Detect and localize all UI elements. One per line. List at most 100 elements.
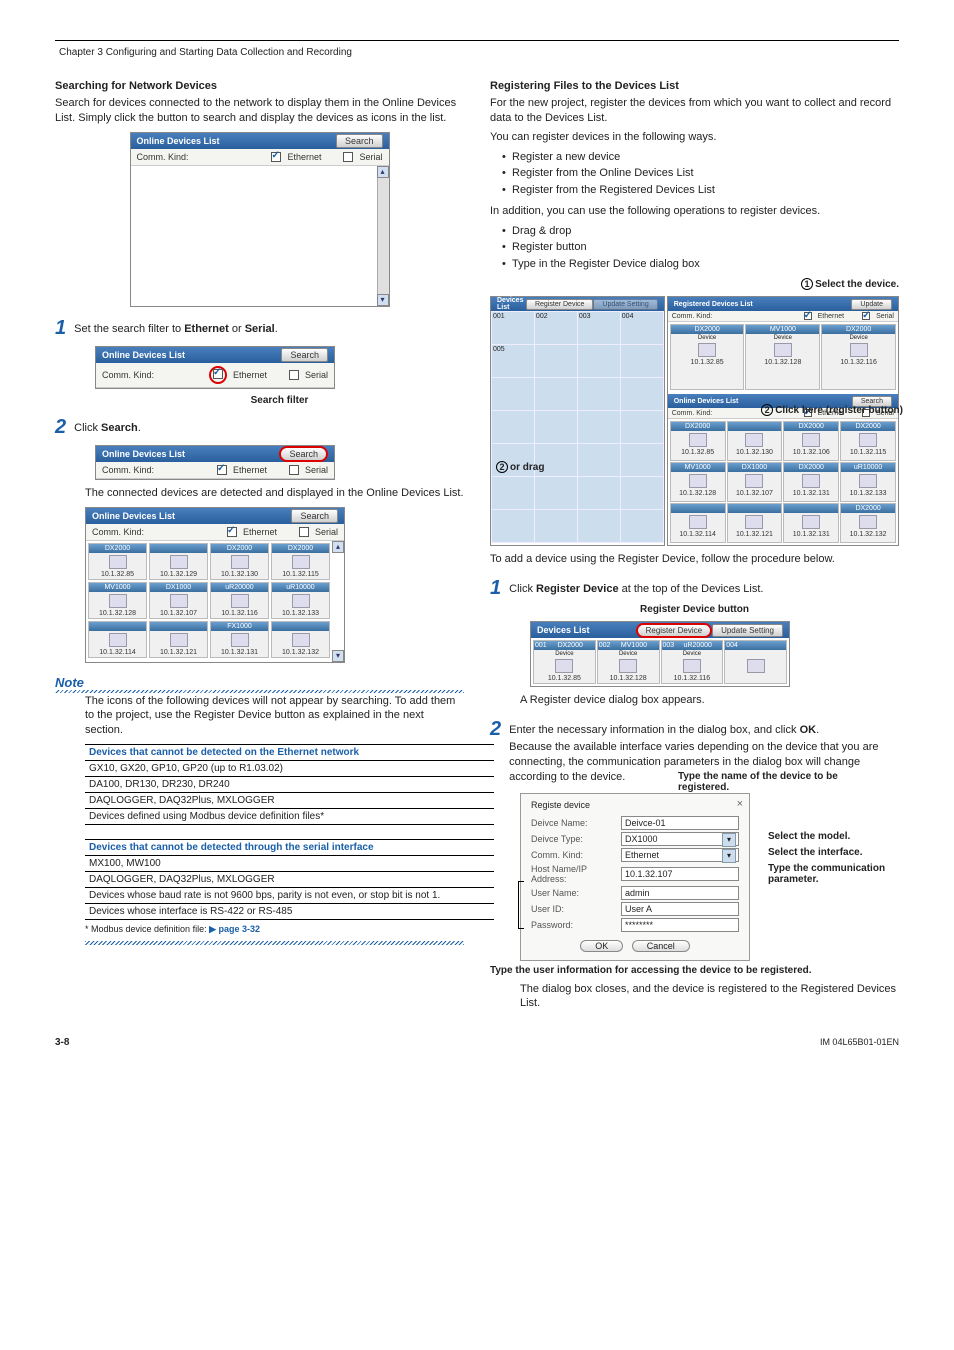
commkind-label-2: Comm. Kind: [102,370,154,380]
ethernet-checkbox-3[interactable] [217,465,227,475]
serial-checkbox-3[interactable] [289,465,299,475]
reg-dev[interactable]: DX2000Device10.1.32.85 [670,324,745,390]
right-p6: The dialog box closes, and the device is… [520,982,899,1012]
device-item[interactable]: 10.1.32.132 [271,621,330,658]
device-item[interactable]: 10.1.32.121 [149,621,208,658]
dd-comm[interactable]: Ethernet [621,848,739,862]
ethernet-checkbox[interactable] [271,152,281,162]
serial-label-4: Serial [315,527,338,537]
table-1: Devices that cannot be detected on the E… [85,744,494,825]
commkind-label: Comm. Kind: [137,152,189,162]
left-heading: Searching for Network Devices [55,80,464,92]
ethernet-checkbox-2[interactable] [213,369,223,379]
scroll-up-icon[interactable]: ▴ [377,166,389,178]
scroll-up-icon-2[interactable]: ▴ [332,541,344,553]
mini-upd-btn[interactable]: Update Setting [712,624,783,637]
search-button-3[interactable]: Search [279,446,328,462]
inp-user[interactable]: admin [621,886,739,900]
list-item: Register button [502,239,899,256]
registered-list-title: Registered Devices List [674,301,852,308]
mini-device[interactable]: 004 [724,640,787,684]
right-p1: For the new project, register the device… [490,96,899,126]
serial-checkbox-2[interactable] [289,370,299,380]
mini-title: Devices List [537,625,636,635]
right-p5: A Register device dialog box appears. [520,693,899,708]
mini-device[interactable]: 002MV1000Device10.1.32.128 [597,640,660,684]
device-item[interactable]: DX200010.1.32.115 [271,543,330,580]
ethernet-label-2: Ethernet [233,370,267,380]
search-button-4[interactable]: Search [291,509,338,523]
ser-chk-reg[interactable] [862,312,870,320]
device-item[interactable]: FX100010.1.32.131 [210,621,269,658]
mini-reg-btn[interactable]: Register Device [636,623,712,638]
circled-2a: 2 [761,404,773,416]
device-item[interactable]: MV100010.1.32.128 [88,582,147,619]
close-icon[interactable]: × [737,798,743,810]
dd-type[interactable]: DX1000 [621,832,739,846]
right-p4: To add a device using the Register Devic… [490,552,899,567]
lbl-comm: Comm. Kind: [531,850,621,860]
note-text: The icons of the following devices will … [85,694,464,739]
footnote-link[interactable]: page 3-32 [219,924,261,934]
device-item[interactable]: DX200010.1.32.130 [210,543,269,580]
device-item[interactable]: 10.1.32.114 [88,621,147,658]
commkind-label-4: Comm. Kind: [92,527,144,537]
device-item[interactable]: DX200010.1.32.85 [88,543,147,580]
reg-dev[interactable]: DX2000Device10.1.32.116 [821,324,896,390]
footnote: * Modbus device definition file: ▶ page … [85,924,464,935]
anno-click-here: Click here (register button) [775,405,903,416]
serial-checkbox-4[interactable] [299,527,309,537]
mini-device[interactable]: 003uR20000Device10.1.32.116 [661,640,724,684]
eth-chk-reg[interactable] [804,312,812,320]
right-p2: You can register devices in the followin… [490,130,899,145]
doc-id: IM 04L65B01-01EN [820,1037,899,1048]
circled-2b: 2 [496,461,508,473]
list-item: Register from the Online Devices List [502,165,899,182]
device-item[interactable]: uR1000010.1.32.133 [271,582,330,619]
update-btn[interactable]: Update [851,299,892,310]
inp-name[interactable]: Deivce-01 [621,816,739,830]
anno-type-name: Type the name of the device to be regist… [678,771,878,793]
serial-checkbox[interactable] [343,152,353,162]
ethernet-label: Ethernet [287,152,321,162]
anno-type-comm: Type the communication parameter. [768,863,928,885]
circled-1: 1 [801,278,813,290]
serial-label-3: Serial [305,465,328,475]
reg-device-btn[interactable]: Register Device [526,299,593,310]
register-device-dialog: × Registe device Deivce Name:Deivce-01 D… [520,793,750,961]
list-item: Drag & drop [502,223,899,240]
ethernet-checkbox-4[interactable] [227,527,237,537]
ethernet-label-3: Ethernet [233,465,267,475]
lbl-user: User Name: [531,888,621,898]
scroll-down-icon[interactable]: ▾ [377,294,389,306]
scroll-down-icon-2[interactable]: ▾ [332,650,344,662]
search-button[interactable]: Search [336,134,383,148]
list-item: Type in the Register Device dialog box [502,256,899,273]
r-step-1-number: 1 [490,577,501,600]
cancel-button[interactable]: Cancel [632,940,690,952]
device-item[interactable]: 10.1.32.129 [149,543,208,580]
lbl-id: User ID: [531,904,621,914]
dlg-title: Registe device [531,800,739,810]
note-header: Note [55,675,464,694]
r-step-1-text: Click Register Device at the top of the … [509,583,763,595]
device-item[interactable]: DX100010.1.32.107 [149,582,208,619]
device-item[interactable]: uR2000010.1.32.116 [210,582,269,619]
update-setting-btn[interactable]: Update Setting [593,299,657,310]
reg-dev[interactable]: MV1000Device10.1.32.128 [745,324,820,390]
inp-id[interactable]: User A [621,902,739,916]
step-1-text: Set the search filter to Ethernet or Ser… [74,323,278,335]
lbl-pw: Password: [531,920,621,930]
ok-button[interactable]: OK [580,940,623,952]
inp-host[interactable]: 10.1.32.107 [621,867,739,881]
ethernet-label-4: Ethernet [243,527,277,537]
commkind-reg: Comm. Kind: [672,313,712,320]
mini-device[interactable]: 001DX2000Device10.1.32.85 [533,640,596,684]
lbl-type: Deivce Type: [531,834,621,844]
page-number: 3-8 [55,1037,69,1048]
inp-pw[interactable]: ******** [621,918,739,932]
step-2-number: 2 [55,416,66,439]
devices-list-title: Devices List [497,297,526,311]
reg-dev-btn-caption: Register Device button [490,604,899,615]
search-button-2[interactable]: Search [281,348,328,362]
